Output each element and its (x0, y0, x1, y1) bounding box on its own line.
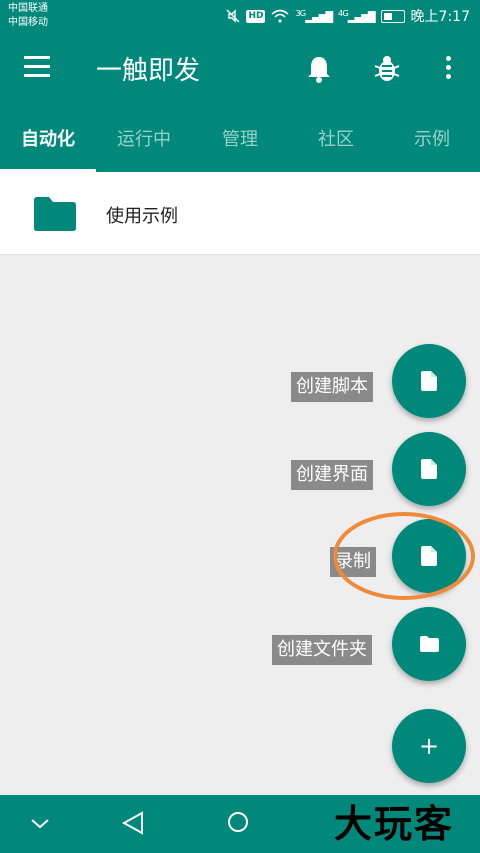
mute-icon (226, 9, 240, 23)
bell-icon[interactable] (306, 54, 332, 84)
signal-4g-icon: 4G▂▄▆█ (338, 8, 376, 24)
clock: 晚上7:17 (410, 9, 470, 25)
carrier-info: 中国联通 中国移动 (8, 2, 48, 30)
plus-icon: + (418, 732, 440, 760)
create-ui-label[interactable]: 创建界面 (291, 460, 373, 490)
home-icon[interactable] (228, 812, 248, 832)
battery-icon (380, 9, 405, 23)
status-icons: HD 3G▂▄▆█ 4G▂▄▆█ 晚上7:17 (226, 6, 470, 26)
tab-manage[interactable]: 管理 (192, 108, 288, 172)
highlight-circle (333, 512, 475, 600)
watermark-logo: 大玩客 (334, 801, 455, 846)
create-ui-button[interactable] (392, 432, 466, 506)
tab-bar: 自动化 运行中 管理 社区 示例 (0, 108, 480, 172)
folder-icon (420, 636, 439, 652)
tab-examples[interactable]: 示例 (384, 108, 480, 172)
net-4g-label: 4G (338, 8, 349, 19)
status-bar: 中国联通 中国移动 HD 3G▂▄▆█ 4G▂▄▆█ 晚上7:17 (0, 0, 480, 32)
create-folder-label[interactable]: 创建文件夹 (272, 635, 372, 665)
file-icon (421, 459, 437, 479)
app-title: 一触即发 (96, 56, 201, 86)
list-item[interactable]: 使用示例 (0, 172, 480, 255)
tab-community[interactable]: 社区 (288, 108, 384, 172)
signal-3g-icon: 3G▂▄▆█ (295, 8, 333, 24)
carrier-2: 中国移动 (8, 17, 48, 28)
back-icon[interactable] (120, 811, 146, 835)
create-script-label[interactable]: 创建脚本 (291, 372, 373, 402)
net-3g-label: 3G (295, 8, 306, 19)
bug-icon[interactable] (372, 54, 402, 84)
create-script-button[interactable] (392, 344, 466, 418)
tab-running[interactable]: 运行中 (96, 108, 192, 172)
carrier-1: 中国联通 (8, 3, 48, 14)
list-item-label: 使用示例 (106, 206, 178, 227)
add-fab-button[interactable]: + (392, 709, 466, 783)
wifi-icon (271, 9, 290, 23)
chevron-down-icon[interactable] (24, 811, 56, 835)
hd-badge: HD (246, 9, 266, 23)
tab-automation[interactable]: 自动化 (0, 108, 96, 172)
folder-icon (34, 197, 76, 231)
more-options-icon[interactable] (446, 56, 452, 83)
create-folder-button[interactable] (392, 607, 466, 681)
menu-icon[interactable] (24, 56, 50, 78)
file-icon (421, 371, 437, 391)
app-bar: 一触即发 (0, 32, 480, 108)
